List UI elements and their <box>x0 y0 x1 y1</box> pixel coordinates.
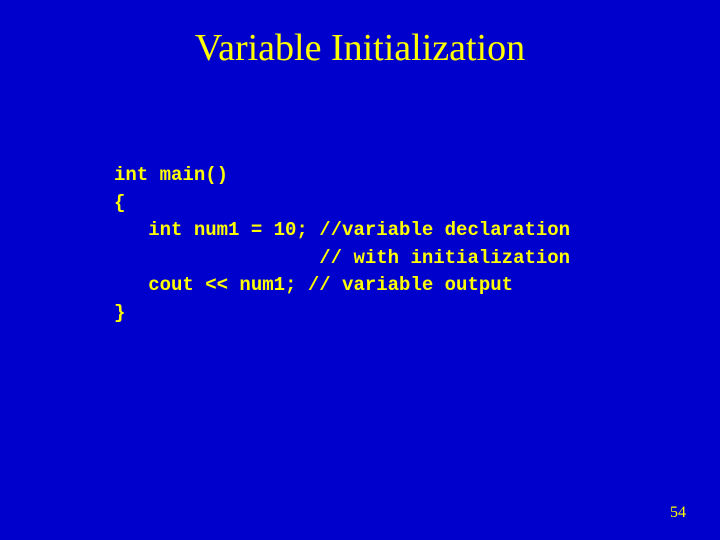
code-line: int main() <box>114 164 228 186</box>
code-line: } <box>114 302 125 324</box>
code-line: int num1 = 10; //variable declaration <box>114 219 570 241</box>
code-line: cout << num1; // variable output <box>114 274 513 296</box>
code-block: int main() { int num1 = 10; //variable d… <box>114 162 570 327</box>
code-line: // with initialization <box>114 247 570 269</box>
page-number: 54 <box>670 504 686 522</box>
slide-title: Variable Initialization <box>0 0 720 70</box>
code-line: { <box>114 192 125 214</box>
